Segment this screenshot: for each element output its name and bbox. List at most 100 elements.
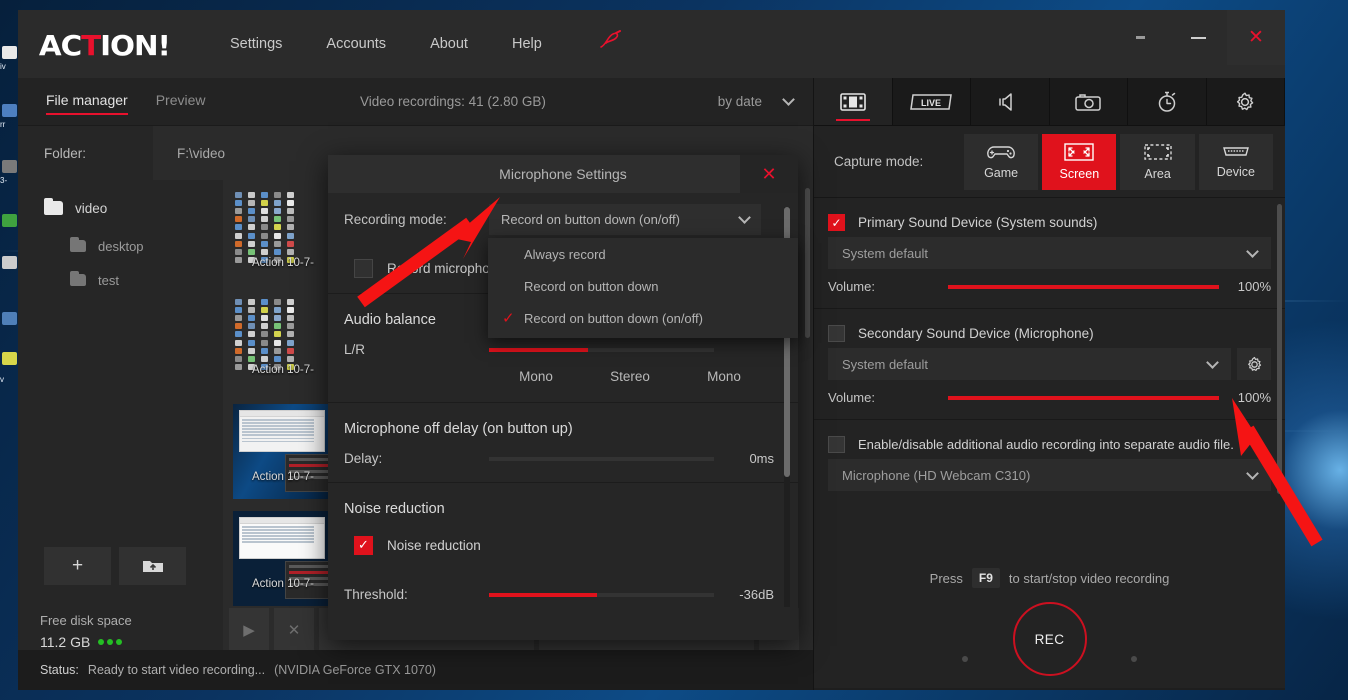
settings-tab[interactable]: [1207, 78, 1285, 125]
recording-name: Action 10-7-: [251, 257, 314, 269]
list-item[interactable]: Action 10-7-: [233, 511, 333, 606]
secondary-volume-value: 100%: [1237, 390, 1271, 405]
svg-text:LIVE: LIVE: [921, 98, 941, 108]
primary-volume-value: 100%: [1237, 279, 1271, 294]
main-menu: Settings Accounts About Help: [230, 30, 624, 58]
dropdown-option-record-on-button-down-onoff[interactable]: ✓ Record on button down (on/off): [488, 302, 798, 334]
audio-tab[interactable]: [971, 78, 1050, 125]
record-left-dot: [962, 656, 968, 662]
close-button[interactable]: ✕: [1227, 10, 1285, 65]
title-bar: ACTION! Settings Accounts About Help ✕: [18, 10, 1285, 78]
noise-reduction-threshold-slider[interactable]: [489, 592, 714, 597]
record-area: Press F9 to start/stop video recording R…: [814, 548, 1285, 688]
noise-reduction-threshold-value: -36dB: [739, 587, 774, 602]
recording-mode-dropdown[interactable]: ✓ Always record ✓ Record on button down …: [488, 238, 798, 338]
add-folder-button[interactable]: +: [44, 547, 111, 585]
pen-icon[interactable]: [598, 30, 624, 58]
capture-mode-area[interactable]: Area: [1120, 133, 1195, 190]
tree-item-label: desktop: [98, 238, 144, 254]
list-item[interactable]: Action 10-7-: [233, 190, 333, 285]
dropdown-option-record-on-button-down[interactable]: ✓ Record on button down: [488, 270, 798, 302]
recording-mode-select[interactable]: Record on button down (on/off): [489, 203, 761, 235]
hotkey-hint-prefix: Press: [929, 570, 963, 586]
microphone-settings-gear-button[interactable]: [1237, 348, 1271, 380]
capture-mode-device[interactable]: Device: [1198, 133, 1274, 190]
live-streaming-tab[interactable]: LIVE: [893, 78, 971, 125]
audio-balance-scale-center: Stereo: [610, 369, 650, 384]
menu-item-settings[interactable]: Settings: [230, 30, 282, 58]
list-item[interactable]: Action 10-7-: [233, 297, 333, 392]
benchmark-tab[interactable]: [1128, 78, 1207, 125]
secondary-sound-device-checkbox-row[interactable]: Secondary Sound Device (Microphone): [814, 319, 1285, 348]
tab-file-manager[interactable]: File manager: [46, 92, 128, 115]
thumbnail-desktop-icons: [235, 192, 299, 264]
noise-reduction-checkbox-row[interactable]: ✓ Noise reduction: [328, 525, 798, 565]
sort-order-select[interactable]: by date: [718, 92, 795, 109]
dropdown-option-always-record[interactable]: ✓ Always record: [488, 238, 798, 270]
primary-sound-device-value: System default: [842, 245, 928, 261]
thumbnail-window: [239, 410, 325, 452]
noise-reduction-threshold-row: Threshold: -36dB: [328, 565, 798, 604]
capture-mode-game[interactable]: Game: [963, 133, 1039, 190]
tree-item-test[interactable]: test: [18, 266, 223, 294]
secondary-sound-device-select-row: System default: [814, 348, 1285, 380]
file-list-scrollbar[interactable]: [805, 188, 810, 338]
mic-off-delay-slider[interactable]: [489, 456, 714, 461]
record-microphone-checkbox[interactable]: [354, 258, 373, 278]
noise-reduction-threshold-label: Threshold:: [344, 587, 408, 602]
tab-preview[interactable]: Preview: [156, 92, 206, 112]
menu-item-accounts[interactable]: Accounts: [326, 30, 386, 58]
secondary-sound-device-select[interactable]: System default: [828, 348, 1231, 380]
delete-button[interactable]: ✕: [274, 608, 314, 652]
secondary-volume-label: Volume:: [828, 390, 875, 405]
menu-item-help[interactable]: Help: [512, 30, 542, 58]
dialog-title-bar: Microphone Settings ✕: [328, 155, 798, 193]
noise-reduction-title: Noise reduction: [344, 501, 445, 517]
right-tab-bar: LIVE: [814, 78, 1285, 126]
video-recording-tab[interactable]: [814, 78, 893, 125]
file-manager-tabs: File manager Preview Video recordings: 4…: [18, 78, 813, 126]
minimize-to-tray-button[interactable]: [1111, 10, 1169, 65]
record-button[interactable]: REC: [1012, 602, 1087, 676]
secondary-volume-slider[interactable]: [948, 395, 1219, 400]
capture-mode-screen-label: Screen: [1059, 167, 1100, 181]
primary-sound-device-select[interactable]: System default: [828, 237, 1271, 269]
folder-icon: [70, 237, 86, 252]
screenshot-tab[interactable]: [1050, 78, 1128, 125]
tree-item-desktop[interactable]: desktop: [18, 232, 223, 260]
noise-reduction-checkbox[interactable]: ✓: [354, 535, 373, 555]
additional-audio-checkbox-row[interactable]: Enable/disable additional audio recordin…: [814, 430, 1285, 459]
menu-item-about[interactable]: About: [430, 30, 468, 58]
audio-balance-slider[interactable]: [489, 347, 714, 352]
dialog-title: Microphone Settings: [499, 166, 627, 182]
speaker-icon: [999, 92, 1012, 111]
primary-sound-device-checkbox-row[interactable]: ✓ Primary Sound Device (System sounds): [814, 208, 1285, 237]
recording-name: Action 10-7-: [251, 578, 314, 590]
additional-audio-checkbox[interactable]: [828, 436, 845, 453]
play-button[interactable]: ▶: [229, 608, 269, 652]
primary-sound-device-checkbox[interactable]: ✓: [828, 214, 845, 231]
capture-mode-screen[interactable]: Screen: [1042, 133, 1117, 190]
additional-audio-select-row: Microphone (HD Webcam C310): [814, 459, 1285, 491]
folder-tree: video desktop test + Free disk space 11.…: [18, 180, 223, 690]
recording-thumbnail: Action 10-7-: [233, 404, 333, 499]
tree-item-video[interactable]: video: [18, 194, 223, 222]
minimize-button[interactable]: [1169, 10, 1227, 65]
additional-audio-label: Enable/disable additional audio recordin…: [858, 437, 1234, 452]
list-item[interactable]: Action 10-7-: [233, 404, 333, 499]
secondary-sound-device-checkbox[interactable]: [828, 325, 845, 342]
audio-settings-scrollbar[interactable]: [1277, 204, 1282, 494]
folder-label: Folder:: [44, 145, 87, 161]
dashed-rect-icon: [1143, 144, 1172, 160]
open-folder-button[interactable]: [119, 547, 186, 585]
hotkey-hint: Press F9 to start/stop video recording: [929, 568, 1169, 588]
chevron-down-icon: [782, 92, 795, 106]
dialog-close-button[interactable]: ✕: [740, 155, 798, 193]
tree-item-label: video: [75, 200, 108, 216]
primary-volume-slider[interactable]: [948, 284, 1219, 289]
check-icon: ✓: [502, 277, 524, 295]
additional-audio-select[interactable]: Microphone (HD Webcam C310): [828, 459, 1271, 491]
check-icon: ✓: [502, 245, 524, 263]
mic-off-delay-slider-row: Delay: 0ms: [328, 445, 798, 480]
gamepad-icon: [987, 146, 1015, 159]
